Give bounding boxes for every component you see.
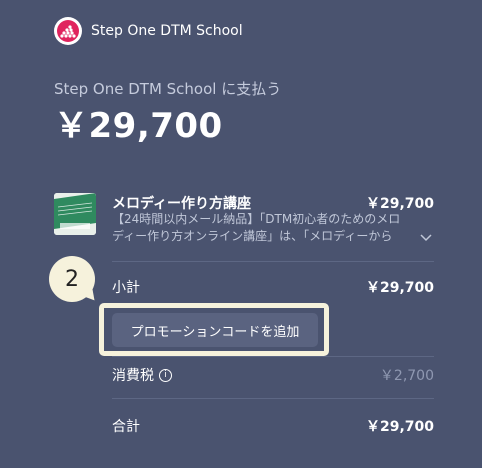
tax-value: ￥2,700 xyxy=(379,368,434,384)
total-label: 合計 xyxy=(112,419,140,435)
add-promo-code-button[interactable]: プロモーションコードを追加 xyxy=(112,313,318,347)
chevron-down-icon[interactable] xyxy=(420,227,432,246)
total-value: ￥29,700 xyxy=(365,419,434,435)
pay-to-label: Step One DTM School に支払う xyxy=(54,80,282,98)
item-description: 【24時間以内メール納品】「DTM初心者のためのメロディー作り方オンライン講座」… xyxy=(112,212,401,243)
merchant-name: Step One DTM School xyxy=(91,23,243,39)
item-price: ￥29,700 xyxy=(365,196,434,212)
product-thumbnail xyxy=(54,193,96,235)
item-name: メロディー作り方講座 xyxy=(112,196,252,212)
total-row: 合計 ￥29,700 xyxy=(112,416,434,436)
step-callout-badge: 2 xyxy=(49,256,95,302)
divider xyxy=(112,356,434,357)
tax-label-wrap: 消費税 i xyxy=(112,365,172,385)
total-amount: ￥29,700 xyxy=(54,106,223,146)
subtotal-row: 小計 ￥29,700 xyxy=(112,277,434,297)
divider xyxy=(112,398,434,399)
tax-row: 消費税 i ￥2,700 xyxy=(112,365,434,385)
merchant-header: Step One DTM School xyxy=(54,17,243,45)
divider xyxy=(112,261,434,262)
brand-logo-icon xyxy=(54,17,82,45)
subtotal-label: 小計 xyxy=(112,280,140,296)
info-icon[interactable]: i xyxy=(159,368,172,382)
tax-label: 消費税 xyxy=(112,368,154,384)
subtotal-value: ￥29,700 xyxy=(365,280,434,296)
